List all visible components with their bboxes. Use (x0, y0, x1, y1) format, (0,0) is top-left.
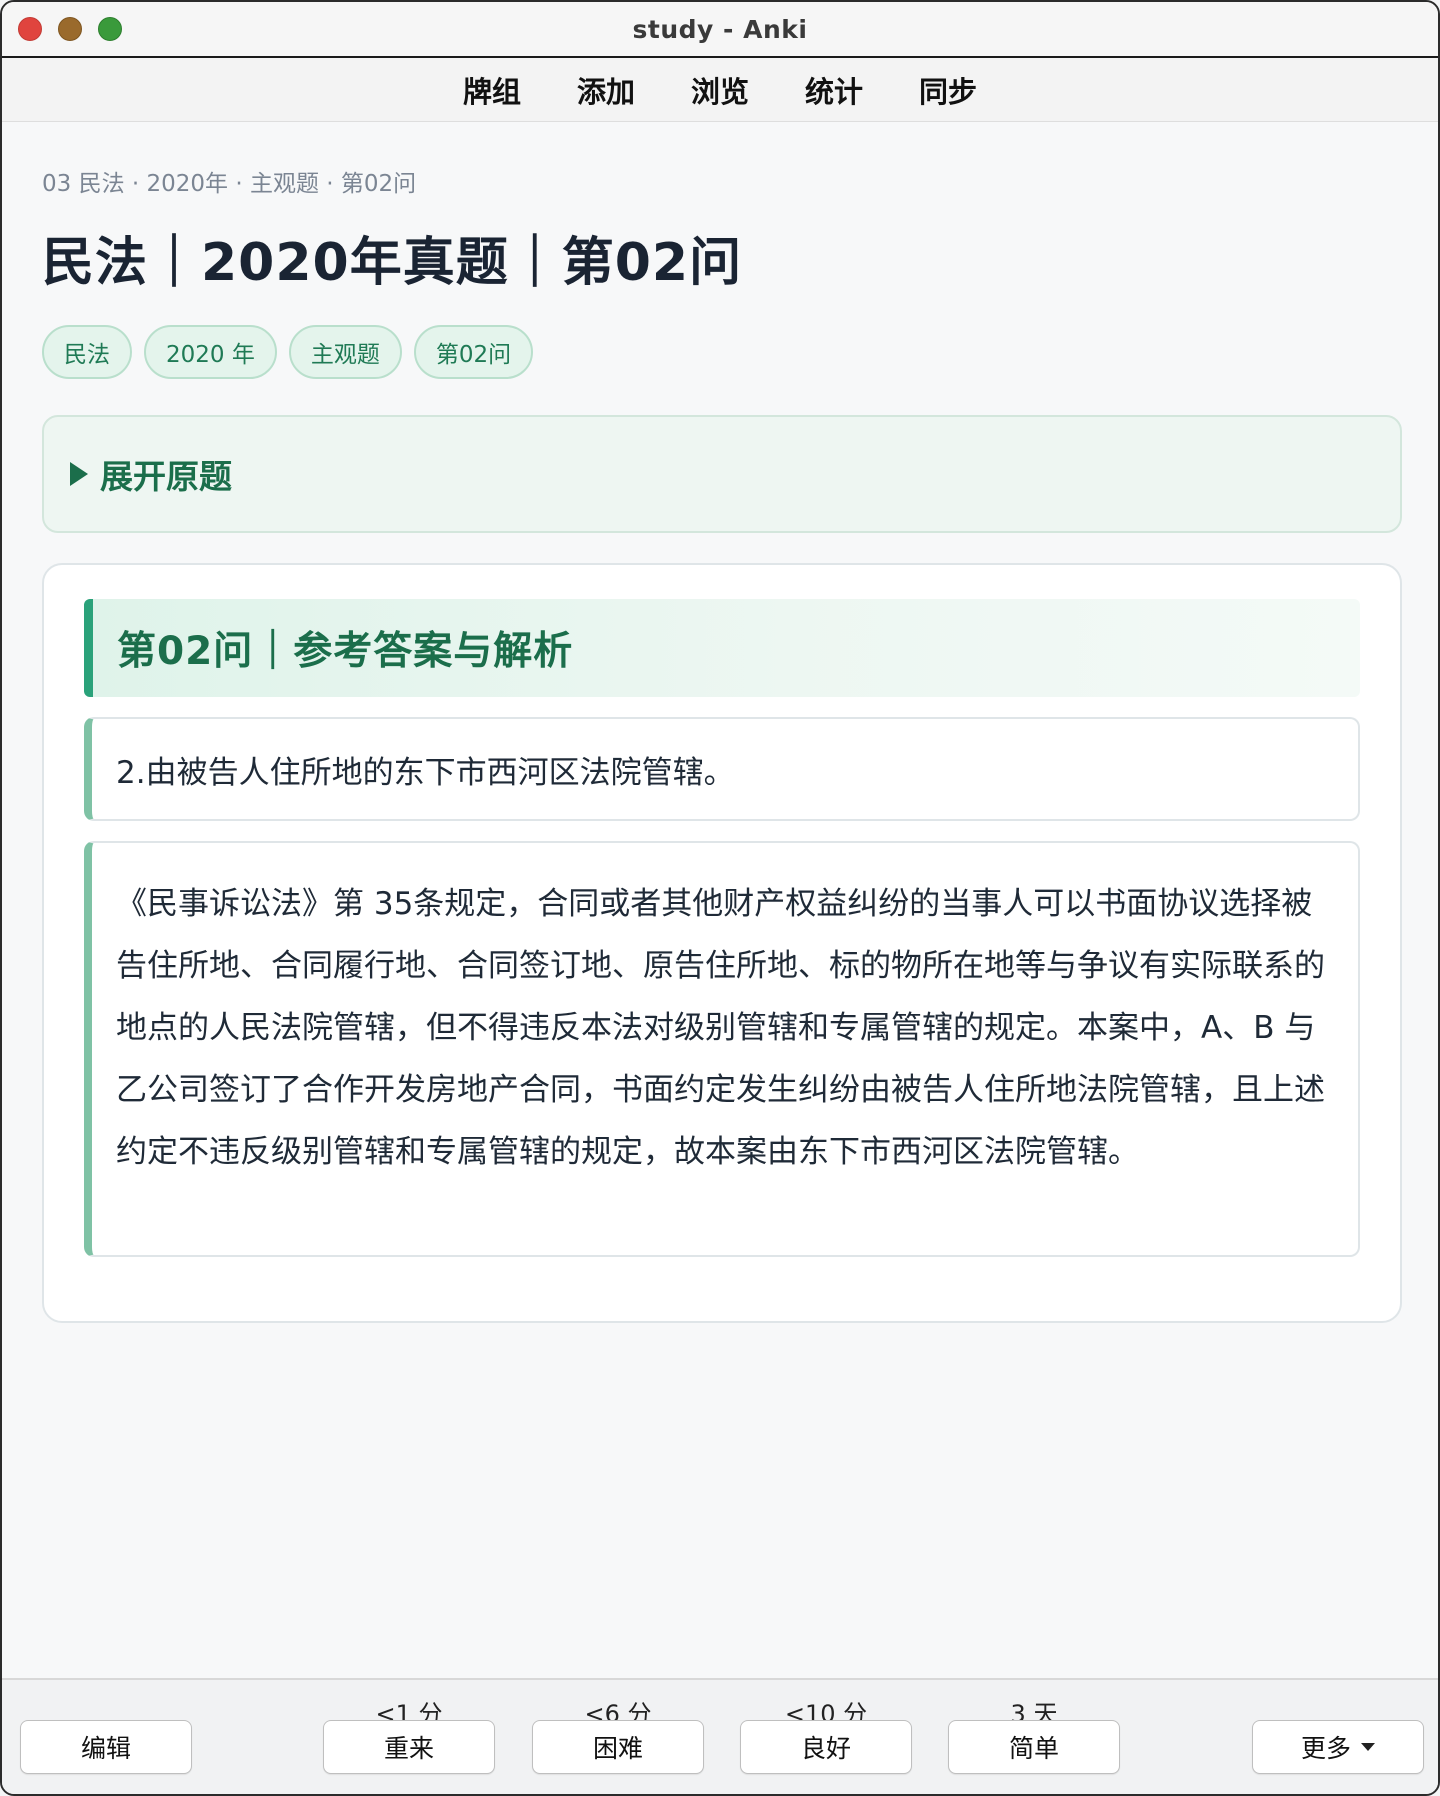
close-window-button[interactable] (18, 17, 42, 41)
window-controls (18, 17, 122, 41)
maximize-window-button[interactable] (98, 17, 122, 41)
tag-chip: 主观题 (288, 325, 402, 379)
disclosure-triangle-icon (70, 462, 88, 486)
tag-list: 民法 2020 年 主观题 第02问 (42, 325, 1402, 379)
breadcrumb: 03 民法 · 2020年 · 主观题 · 第02问 (42, 171, 417, 197)
review-bottom-bar: 编辑 <1 分 重来 <6 分 困难 <10 分 良好 3 天 简单 更多 (2, 1678, 1438, 1794)
answer-heading: 第02问｜参考答案与解析 (84, 599, 1360, 697)
hard-button[interactable]: 困难 (532, 1720, 704, 1774)
again-button[interactable]: 重来 (323, 1720, 495, 1774)
toolbar-add[interactable]: 添加 (577, 69, 635, 111)
easy-button[interactable]: 简单 (948, 1720, 1120, 1774)
caret-down-icon (1361, 1743, 1375, 1751)
good-button[interactable]: 良好 (740, 1720, 912, 1774)
answer-explanation: 《民事诉讼法》第 35条规定，合同或者其他财产权益纠纷的当事人可以书面协议选择被… (84, 841, 1360, 1257)
tag-chip: 民法 (42, 325, 132, 379)
expand-question-toggle[interactable]: 展开原题 (42, 415, 1402, 533)
tag-chip: 第02问 (413, 325, 534, 379)
toolbar-browse[interactable]: 浏览 (691, 69, 749, 111)
toolbar-decks[interactable]: 牌组 (463, 69, 521, 111)
more-label: 更多 (1300, 1734, 1351, 1763)
card-content: 03 民法 · 2020年 · 主观题 · 第02问 民法｜2020年真题｜第0… (42, 122, 1402, 1323)
anki-window: study - Anki 牌组 添加 浏览 统计 同步 03 民法 · 2020… (0, 0, 1440, 1796)
more-button[interactable]: 更多 (1252, 1720, 1424, 1774)
title-bar: study - Anki (2, 2, 1438, 58)
tag-chip: 2020 年 (144, 325, 277, 379)
window-title: study - Anki (632, 14, 808, 44)
main-toolbar: 牌组 添加 浏览 统计 同步 (2, 58, 1438, 122)
minimize-window-button[interactable] (58, 17, 82, 41)
toolbar-stats[interactable]: 统计 (805, 69, 863, 111)
answer-card: 第02问｜参考答案与解析 2.由被告人住所地的东下市西河区法院管辖。 《民事诉讼… (42, 563, 1402, 1323)
answer-summary: 2.由被告人住所地的东下市西河区法院管辖。 (84, 717, 1360, 821)
edit-button[interactable]: 编辑 (20, 1720, 192, 1774)
card-heading: 民法｜2020年真题｜第02问 (42, 233, 743, 293)
toolbar-sync[interactable]: 同步 (919, 69, 977, 111)
expand-question-label: 展开原题 (100, 457, 232, 496)
